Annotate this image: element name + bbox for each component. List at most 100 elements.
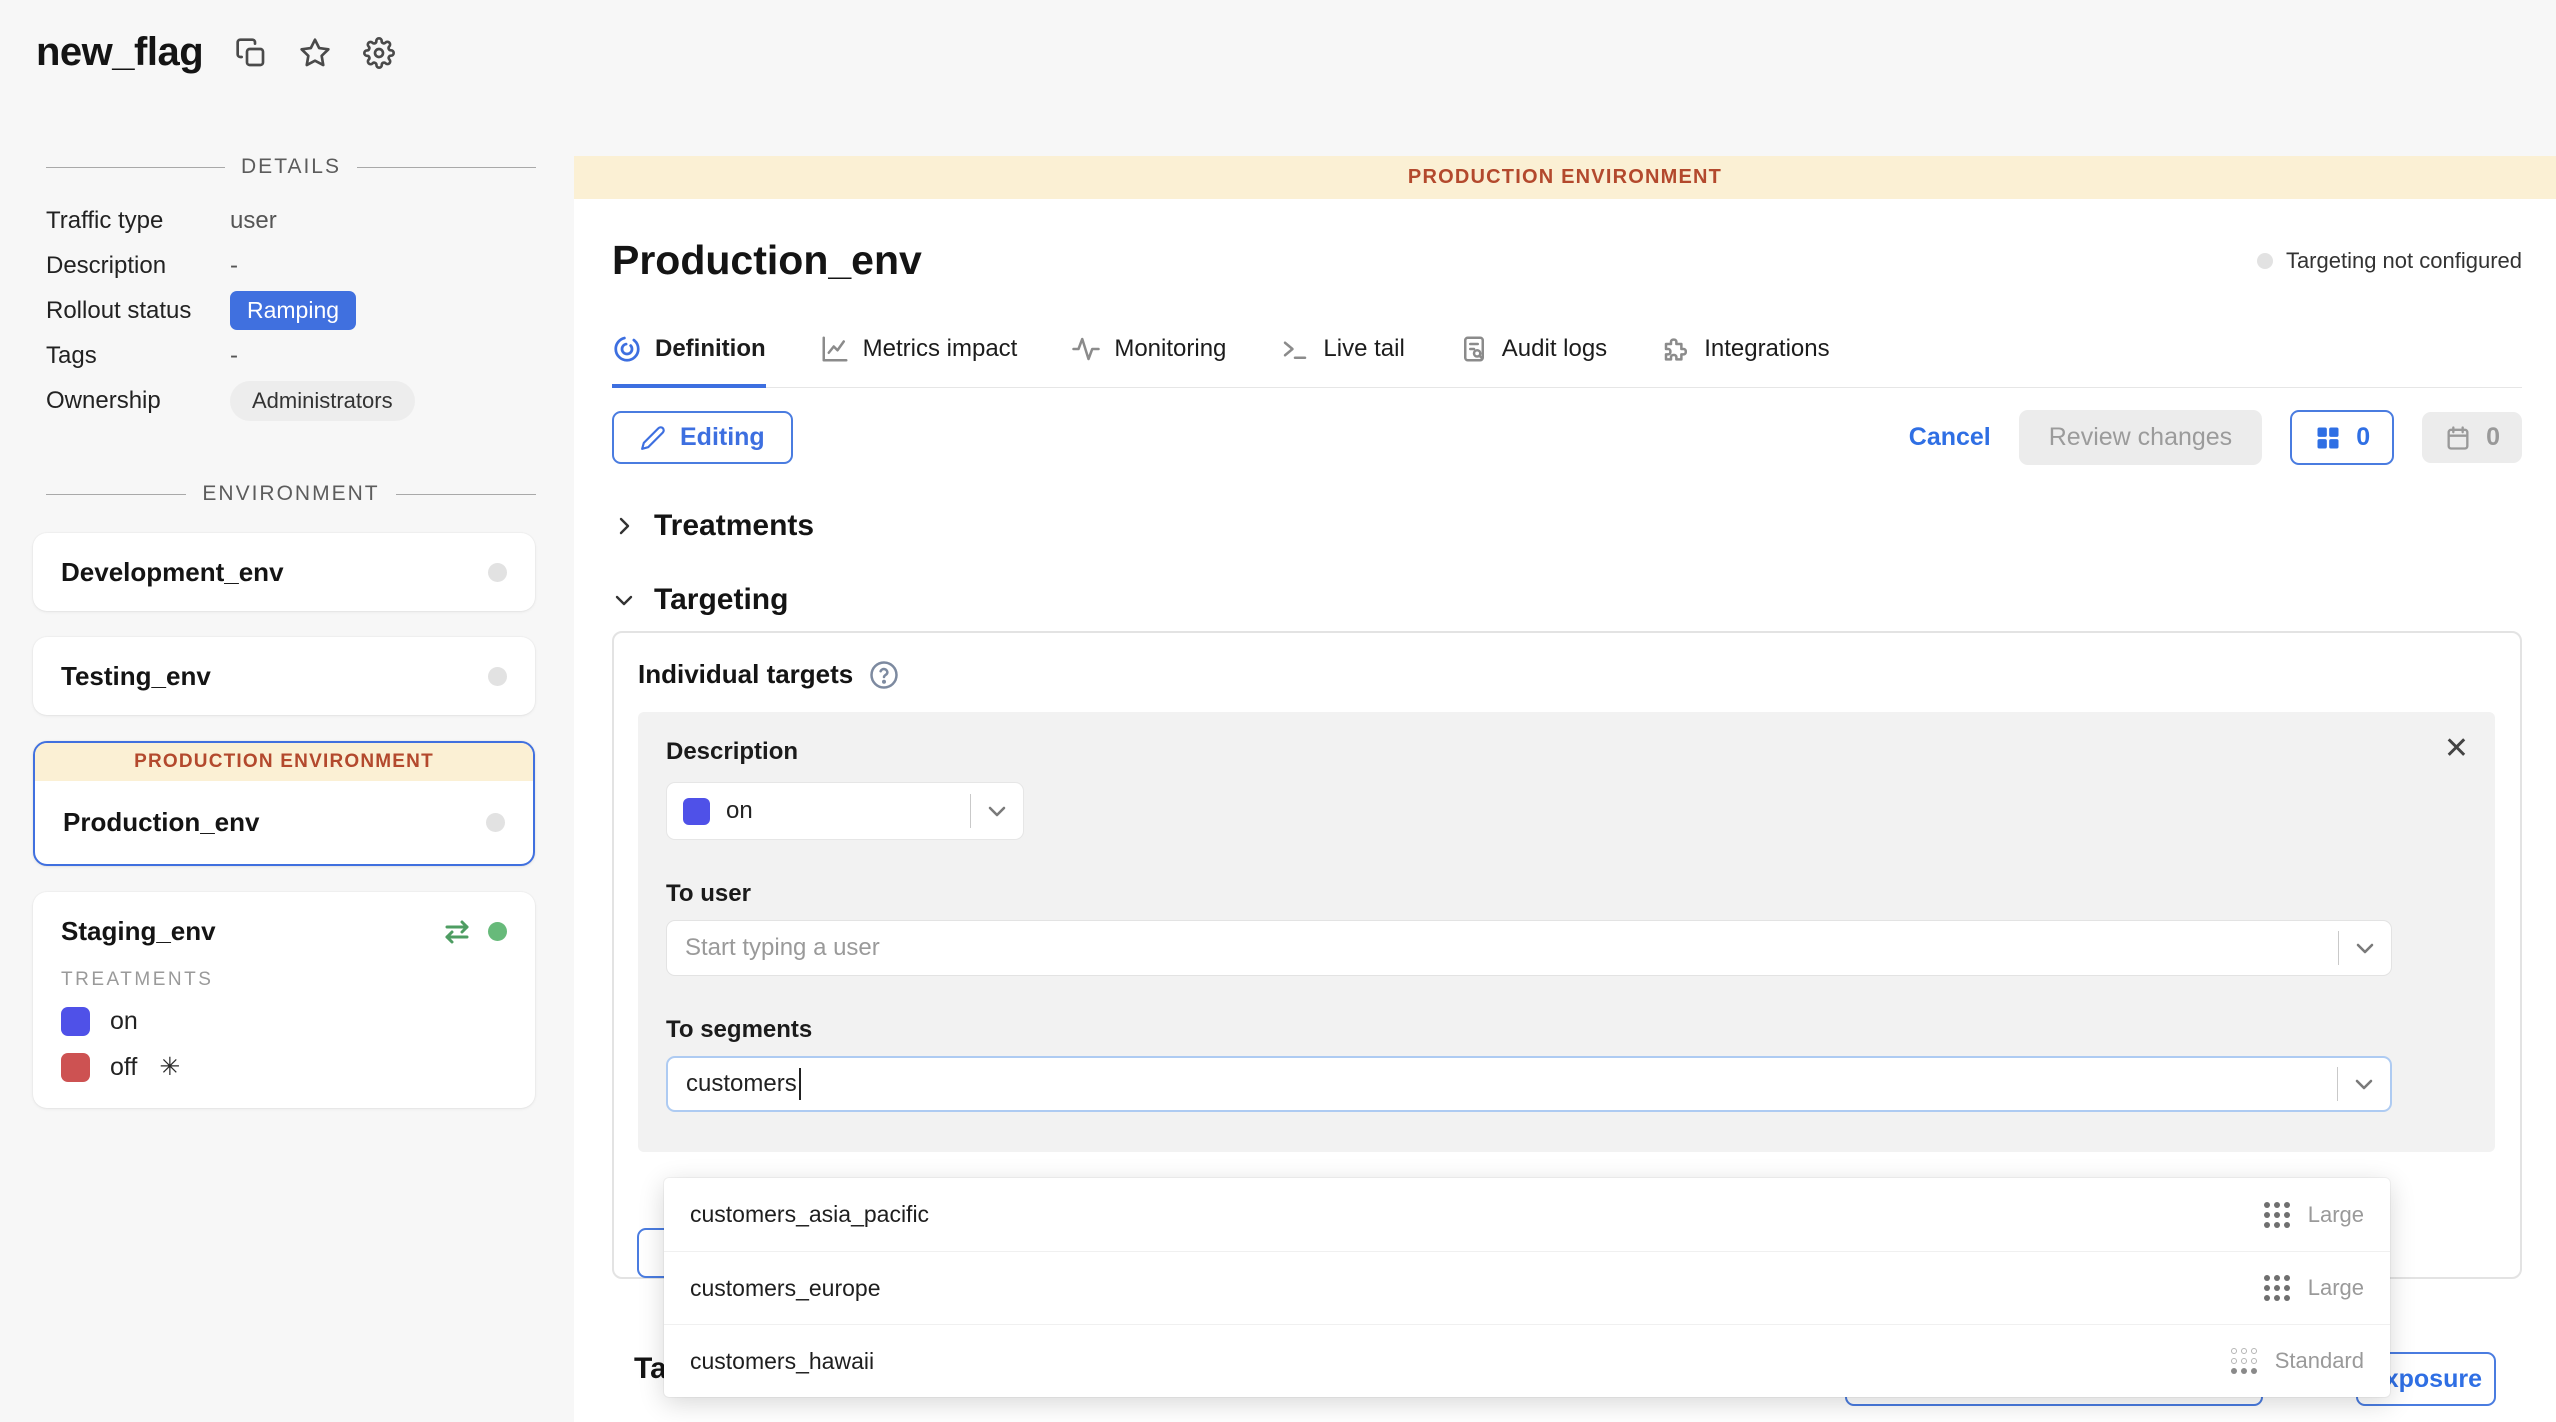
detail-value: user (230, 207, 277, 235)
tab-integrations[interactable]: Integrations (1661, 334, 1829, 388)
copy-icon[interactable] (235, 37, 267, 69)
chevron-down-icon[interactable] (2352, 1072, 2376, 1096)
monitoring-pulse-icon (1071, 334, 1101, 364)
definition-target-icon (612, 334, 642, 364)
detail-label: Ownership (46, 387, 230, 415)
cancel-link[interactable]: Cancel (1909, 423, 1991, 452)
treatments-section-title: Treatments (654, 509, 814, 543)
tab-bar: Definition Metrics impact Monitoring Liv… (612, 334, 2522, 388)
star-icon[interactable] (299, 37, 331, 69)
divider (357, 167, 536, 168)
chevron-right-icon (612, 514, 636, 538)
segment-name: customers_asia_pacific (690, 1201, 2264, 1228)
changes-counter-button[interactable]: 0 (2290, 410, 2394, 465)
help-icon[interactable] (869, 660, 899, 690)
detail-row-tags: Tags - (46, 333, 536, 378)
tab-label: Definition (655, 335, 766, 363)
chevron-down-icon (985, 799, 1009, 823)
partial-section-heading: Ta (634, 1352, 667, 1386)
description-label: Description (666, 738, 2385, 766)
schedule-count: 0 (2486, 423, 2500, 452)
details-section-header: DETAILS (46, 155, 536, 179)
segment-name: customers_europe (690, 1275, 2264, 1302)
live-tail-terminal-icon (1280, 334, 1310, 364)
close-icon[interactable]: ✕ (2444, 734, 2469, 764)
to-segments-value: customers (686, 1070, 797, 1098)
tab-label: Monitoring (1114, 335, 1226, 363)
tab-label: Integrations (1704, 335, 1829, 363)
details-heading: DETAILS (241, 155, 341, 179)
tab-label: Metrics impact (863, 335, 1018, 363)
tab-metrics-impact[interactable]: Metrics impact (820, 334, 1018, 388)
grid-counter-icon (2314, 424, 2342, 452)
chevron-down-icon[interactable] (2353, 936, 2377, 960)
segment-option-hawaii[interactable]: customers_hawaii Standard (664, 1324, 2390, 1397)
targeting-section-title: Targeting (654, 583, 788, 617)
environment-heading: ENVIRONMENT (202, 482, 379, 506)
divider (46, 494, 186, 495)
divider (2337, 1067, 2338, 1101)
divider (396, 494, 536, 495)
to-user-input[interactable] (685, 934, 2338, 962)
env-card-production[interactable]: PRODUCTION ENVIRONMENT Production_env (33, 741, 535, 866)
rollout-status-badge: Ramping (230, 291, 356, 330)
detail-value: - (230, 342, 238, 370)
status-dot (488, 563, 507, 582)
edit-toolbar: Editing Cancel Review changes 0 0 (612, 410, 2522, 465)
env-card-testing[interactable]: Testing_env (33, 637, 535, 715)
editing-label: Editing (680, 423, 765, 452)
integrations-puzzle-icon (1661, 334, 1691, 364)
page-header: new_flag (36, 30, 395, 75)
treatment-name: off (110, 1053, 137, 1082)
tab-monitoring[interactable]: Monitoring (1071, 334, 1226, 388)
detail-row-ownership: Ownership Administrators (46, 378, 536, 423)
segment-size-dots-icon (2264, 1202, 2290, 1228)
tab-live-tail[interactable]: Live tail (1280, 334, 1404, 388)
to-segments-field[interactable]: customers (666, 1056, 2392, 1112)
env-card-development[interactable]: Development_env (33, 533, 535, 611)
details-rows: Traffic type user Description - Rollout … (46, 198, 536, 423)
segment-size-label: Standard (2275, 1348, 2364, 1374)
segment-option-europe[interactable]: customers_europe Large (664, 1251, 2390, 1324)
segments-dropdown: customers_asia_pacific Large customers_e… (664, 1178, 2390, 1397)
editing-button[interactable]: Editing (612, 411, 793, 464)
environment-list: Development_env Testing_env PRODUCTION E… (33, 533, 535, 1134)
tab-definition[interactable]: Definition (612, 334, 766, 388)
detail-label: Traffic type (46, 207, 230, 235)
to-user-label: To user (666, 880, 2385, 908)
detail-label: Tags (46, 342, 230, 370)
treatment-select-value: on (726, 797, 970, 825)
production-environment-banner: PRODUCTION ENVIRONMENT (35, 743, 533, 781)
schedule-counter-button[interactable]: 0 (2422, 412, 2522, 463)
to-user-field (666, 920, 2392, 976)
calendar-counter-icon (2444, 424, 2472, 452)
swap-arrows-icon (442, 917, 472, 947)
production-environment-banner-main: PRODUCTION ENVIRONMENT (574, 156, 2556, 199)
page-title: new_flag (36, 30, 203, 75)
treatment-off-swatch (61, 1053, 90, 1082)
detail-label: Description (46, 252, 230, 280)
tab-audit-logs[interactable]: Audit logs (1459, 334, 1607, 388)
segment-size-label: Large (2308, 1275, 2364, 1301)
treatment-on-swatch (683, 798, 710, 825)
segment-size-dots-icon (2231, 1348, 2257, 1374)
targeting-section-toggle[interactable]: Targeting (612, 583, 2522, 617)
tab-label: Live tail (1323, 335, 1404, 363)
status-dot-active (488, 922, 507, 941)
individual-targets-title: Individual targets (638, 659, 853, 690)
status-dot (488, 667, 507, 686)
detail-row-description: Description - (46, 243, 536, 288)
detail-row-rollout-status: Rollout status Ramping (46, 288, 536, 333)
review-changes-button[interactable]: Review changes (2019, 410, 2262, 465)
env-card-staging[interactable]: Staging_env TREATMENTS on off ✳ (33, 892, 535, 1108)
env-name: Staging_env (61, 916, 216, 947)
segment-option-asia-pacific[interactable]: customers_asia_pacific Large (664, 1178, 2390, 1251)
treatments-section-toggle[interactable]: Treatments (612, 509, 2522, 543)
gear-icon[interactable] (363, 37, 395, 69)
divider (2338, 931, 2339, 965)
ownership-pill[interactable]: Administrators (230, 381, 415, 421)
detail-label: Rollout status (46, 297, 230, 325)
env-name: Production_env (63, 807, 259, 838)
treatment-select[interactable]: on (666, 782, 1024, 840)
treatments-heading: TREATMENTS (61, 969, 507, 991)
